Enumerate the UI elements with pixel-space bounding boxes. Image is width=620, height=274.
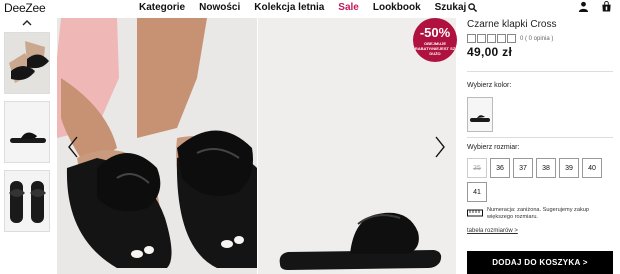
thumbnail-3[interactable] [4, 170, 50, 232]
star-icon [477, 34, 486, 43]
nav-lookbook[interactable]: Lookbook [373, 2, 421, 13]
thumbnail-2[interactable] [4, 101, 50, 163]
size-option-35[interactable]: 35 [467, 158, 487, 178]
color-label: Wybierz kolor: [467, 82, 512, 89]
size-option-37[interactable]: 37 [513, 158, 533, 178]
size-table-link[interactable]: tabela rozmiarów > [467, 228, 518, 234]
size-info-text: Numeracja: zaniżona. Sugerujemy zakup wi… [487, 207, 589, 220]
size-option-36[interactable]: 36 [490, 158, 510, 178]
header-icons [578, 1, 612, 12]
user-icon[interactable] [578, 1, 589, 12]
ruler-icon [467, 209, 483, 217]
star-icon [497, 34, 506, 43]
thumbnail-1[interactable] [4, 32, 50, 94]
nav-search[interactable]: Szukaj [435, 2, 478, 13]
discount-subtext: OBEJMUJE RABATY/NIEJEST SZ DUŻO [414, 41, 456, 56]
thumbnail-2-image [5, 102, 49, 162]
star-icon [507, 34, 516, 43]
product-title: Czarne klapki Cross [467, 19, 557, 30]
thumbnails-up-arrow-icon[interactable] [22, 18, 32, 28]
nav-nowosci[interactable]: Nowości [199, 2, 240, 13]
size-info: Numeracja: zaniżona. Sugerujemy zakup wi… [467, 207, 607, 221]
thumbnail-1-image [5, 33, 49, 93]
main-nav: Kategorie Nowości Kolekcja letnia Sale L… [139, 2, 491, 13]
discount-percent: -50% [419, 25, 451, 40]
nav-kategorie[interactable]: Kategorie [139, 2, 185, 13]
add-to-cart-button[interactable]: DODAJ DO KOSZYKA > [467, 251, 613, 274]
nav-search-label: Szukaj [434, 2, 467, 13]
star-icon [487, 34, 496, 43]
cart-bag-icon[interactable] [601, 1, 612, 12]
rating-text: 0 ( 0 opinia ) [520, 35, 554, 42]
rating-stars[interactable]: 0 ( 0 opinia ) [467, 34, 553, 43]
next-image-chevron-icon[interactable] [434, 136, 446, 158]
size-option-39[interactable]: 39 [559, 158, 579, 178]
color-option-black[interactable] [467, 97, 493, 132]
nav-kolekcja-letnia[interactable]: Kolekcja letnia [254, 2, 324, 13]
thumbnail-3-image [5, 171, 49, 231]
divider [467, 71, 613, 72]
size-option-41[interactable]: 41 [467, 182, 487, 202]
prev-image-chevron-icon[interactable] [67, 136, 79, 158]
site-logo[interactable]: DeeZee [4, 1, 46, 15]
color-swatch-image [470, 115, 490, 122]
product-price: 49,00 zł [467, 45, 513, 59]
product-photo-feet [57, 18, 257, 274]
nav-sale[interactable]: Sale [338, 2, 359, 13]
size-option-38[interactable]: 38 [536, 158, 556, 178]
star-icon [467, 34, 476, 43]
discount-badge: -50% OBEJMUJE RABATY/NIEJEST SZ DUŻO [413, 18, 457, 62]
header: DeeZee Kategorie Nowości Kolekcja letnia… [0, 0, 620, 17]
search-icon [468, 3, 478, 12]
size-label: Wybierz rozmiar: [467, 144, 520, 151]
product-main-image[interactable] [57, 18, 257, 274]
divider [467, 137, 613, 138]
size-option-40[interactable]: 40 [582, 158, 602, 178]
